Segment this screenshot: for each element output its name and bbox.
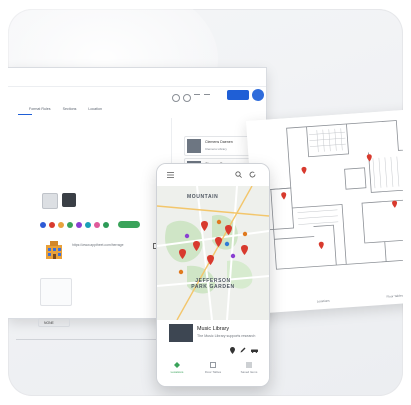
editor-topbar [8,68,266,87]
select-dropdown[interactable]: NONE [38,318,70,327]
tab-sections[interactable]: Sections [63,107,77,111]
bottom-nav-saved-items[interactable]: Saved Items [231,362,267,374]
image-thumb-light[interactable] [42,193,58,209]
image-thumb-dark[interactable] [62,193,76,207]
plan-nav-locations[interactable]: Locations [317,299,330,304]
active-tab-indicator [18,114,32,115]
place-photo [169,324,193,342]
floor-tables-icon [210,362,216,368]
place-title: Music Library [197,326,230,332]
location-pin-icon[interactable] [230,347,235,354]
plan-nav-floor-tables[interactable]: Floor Tables [386,293,403,298]
edit-icon[interactable] [240,347,246,353]
menu-icon[interactable] [167,172,174,178]
map-canvas [157,186,269,320]
image-dropzone[interactable] [40,278,72,306]
avatar[interactable] [252,89,264,101]
card-thumbnail [187,139,201,153]
text-input[interactable] [16,329,161,340]
color-swatch-purple[interactable] [76,222,82,228]
bottom-nav-label: Floor Tables [204,370,222,374]
phone-header [157,164,269,186]
hero-frame: Format Rules Sections Location https://w… [8,9,403,396]
phone-app: MOUNTAIN JEFFERSON PARK GARDEN Music Lib… [156,163,270,387]
search-icon[interactable] [235,171,242,178]
editor-tabs: Format Rules Sections Location [18,107,113,111]
color-swatch-teal[interactable] [85,222,91,228]
saved-items-icon [246,362,252,368]
color-swatch-blue[interactable] [40,222,46,228]
color-swatch-green[interactable] [67,222,73,228]
map-label-mountain: MOUNTAIN [187,194,219,200]
add-color-button[interactable] [118,221,140,228]
color-swatch-pink[interactable] [94,222,100,228]
editor-form: https://www.apptheet.com/herrage NONE [12,118,172,340]
refresh-icon[interactable] [249,171,256,178]
bottom-nav-label: Saved Items [240,370,258,374]
save-button[interactable] [227,90,249,100]
bottom-nav-floor-tables[interactable]: Floor Tables [195,362,231,374]
building-icon [46,241,62,259]
more-icon[interactable] [214,94,220,100]
url-field[interactable]: https://www.apptheet.com/herrage [72,243,150,252]
car-icon[interactable] [251,348,258,353]
color-swatch-darkgreen[interactable] [103,222,109,228]
color-swatch-red[interactable] [49,222,55,228]
card-title: Clemens Daenen [205,140,233,144]
undo-icon[interactable] [194,94,200,101]
place-card[interactable]: Music Library The Music Library supports… [157,320,269,386]
place-subtitle: The Music Library supports research [197,334,256,338]
bottom-nav-locations[interactable]: Locations [159,362,195,374]
color-swatch-orange[interactable] [58,222,64,228]
tab-format-rules[interactable]: Format Rules [29,107,51,111]
campus-map[interactable]: MOUNTAIN JEFFERSON PARK GARDEN [157,186,269,320]
tab-location[interactable]: Location [88,107,102,111]
card-subtitle: Clemens Library [205,147,227,151]
bottom-nav-label: Locations [170,370,184,374]
map-label-park: JEFFERSON PARK GARDEN [191,278,235,290]
settings-icon[interactable] [183,94,191,102]
redo-icon[interactable] [204,94,210,101]
help-icon[interactable] [172,94,180,102]
locations-icon [174,362,180,368]
